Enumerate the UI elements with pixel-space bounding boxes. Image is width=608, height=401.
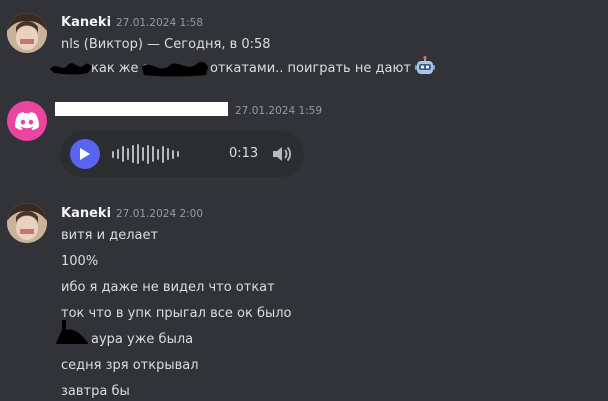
- waveform-bar: [142, 147, 144, 161]
- timestamp: 27.01.2024 2:00: [116, 208, 204, 220]
- play-icon: [80, 148, 90, 160]
- username[interactable]: Kaneki: [61, 206, 111, 221]
- avatar-image: [7, 13, 47, 53]
- message-line: витя и делает: [61, 228, 159, 243]
- message-line: ток что в упк прыгал все ок было: [61, 306, 292, 321]
- redaction-scribble: [142, 61, 208, 77]
- redaction-scribble: [50, 63, 92, 75]
- timestamp: 27.01.2024 1:58: [116, 17, 204, 29]
- waveform-bar: [137, 144, 139, 164]
- waveform-bar: [117, 149, 119, 159]
- waveform-bar: [132, 145, 134, 163]
- waveform-bar: [147, 144, 149, 164]
- waveform-bar: [152, 146, 154, 162]
- message-line: ибо я даже не видел что откат: [61, 280, 275, 295]
- waveform-bar: [157, 148, 159, 160]
- waveform-bar: [177, 151, 179, 157]
- discord-logo-icon: [15, 112, 39, 130]
- voice-duration: 0:13: [229, 146, 259, 161]
- message-line: nls (Виктор) — Сегодня, в 0:58: [61, 37, 271, 52]
- message-line: откатами.. поиграть не дают: [210, 61, 411, 76]
- redacted-username: [55, 102, 228, 116]
- waveform-bar: [122, 146, 124, 162]
- message-line: седня зря открывал: [61, 358, 199, 373]
- play-button[interactable]: [70, 139, 100, 169]
- avatar[interactable]: [7, 203, 47, 243]
- waveform-bar: [127, 148, 129, 160]
- robot-emoji-icon: [415, 56, 435, 74]
- username[interactable]: Kaneki: [61, 15, 111, 30]
- timestamp: 27.01.2024 1:59: [235, 105, 323, 117]
- avatar[interactable]: [7, 101, 47, 141]
- redaction-scribble: [56, 320, 88, 344]
- voice-waveform[interactable]: [112, 142, 179, 166]
- avatar-image: [7, 203, 47, 243]
- message-line: 100%: [61, 254, 99, 269]
- waveform-bar: [172, 149, 174, 159]
- waveform-bar: [167, 148, 169, 160]
- message-line: аура уже была: [91, 332, 194, 347]
- avatar[interactable]: [7, 13, 47, 53]
- volume-icon[interactable]: [270, 143, 292, 165]
- voice-message-player[interactable]: 0:13: [60, 131, 304, 177]
- message-line: завтра бы: [61, 384, 130, 399]
- waveform-bar: [112, 150, 114, 158]
- waveform-bar: [162, 145, 164, 163]
